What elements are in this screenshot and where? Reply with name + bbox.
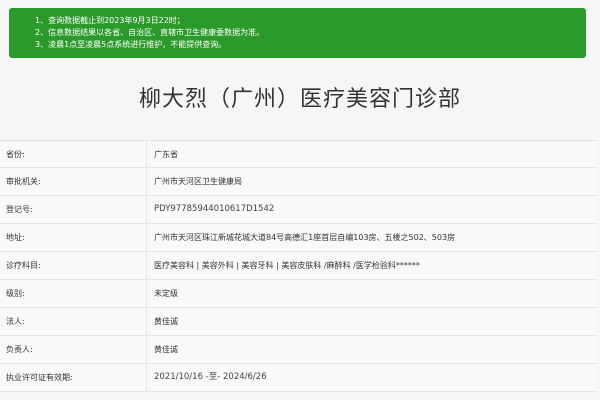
detail-value: PDY97785944010617D1542 (154, 204, 275, 214)
column-divider (146, 196, 147, 223)
column-divider (146, 141, 147, 168)
detail-value: 广州市天河区珠江新城花城大道84号高德汇1座首层自编103房、五楼之502、50… (154, 233, 456, 242)
detail-value: 黄佳诚 (154, 317, 178, 326)
detail-value: 2021/10/16 -至- 2024/6/26 (154, 372, 267, 382)
detail-label: 诊疗科目: (6, 261, 41, 270)
detail-row-license-validity: 执业许可证有效期: 2021/10/16 -至- 2024/6/26 (0, 364, 598, 392)
detail-row-person-in-charge: 负责人: 黄佳诚 (0, 336, 598, 364)
column-divider (146, 224, 147, 251)
column-divider (146, 252, 147, 279)
detail-value: 广东省 (154, 150, 178, 159)
detail-label: 省份: (6, 150, 25, 159)
detail-label: 审批机关: (6, 177, 41, 186)
column-divider (146, 336, 147, 363)
detail-row-province: 省份: 广东省 (0, 140, 598, 168)
column-divider (146, 168, 147, 195)
detail-label: 法人: (6, 317, 25, 326)
column-divider (146, 280, 147, 307)
detail-row-registration-number: 登记号: PDY97785944010617D1542 (0, 196, 598, 224)
detail-value: 广州市天河区卫生健康局 (154, 177, 242, 186)
detail-row-address: 地址: 广州市天河区珠江新城花城大道84号高德汇1座首层自编103房、五楼之50… (0, 224, 598, 252)
detail-label: 级别: (6, 289, 25, 298)
detail-row-legal-person: 法人: 黄佳诚 (0, 308, 598, 336)
detail-label: 地址: (6, 233, 25, 242)
detail-label: 登记号: (6, 205, 33, 214)
detail-row-approval-authority: 审批机关: 广州市天河区卫生健康局 (0, 168, 598, 196)
column-divider (146, 308, 147, 335)
page: 1、查询数据截止到2023年9月3日22时； 2、信息数据结果以各省、自治区、直… (0, 0, 600, 400)
notice-banner: 1、查询数据截止到2023年9月3日22时； 2、信息数据结果以各省、自治区、直… (9, 8, 586, 58)
column-divider (146, 364, 147, 391)
notice-line: 3、凌晨1点至凌晨5点系统进行维护，不能提供查询。 (35, 40, 227, 49)
detail-row-level: 级别: 未定级 (0, 280, 598, 308)
detail-row-departments: 诊疗科目: 医疗美容科 | 美容外科 | 美容牙科 | 美容皮肤科 /麻醉科 /… (0, 252, 598, 280)
page-title: 柳大烈（广州）医疗美容门诊部 (138, 87, 461, 112)
notice-line: 2、信息数据结果以各省、自治区、直辖市卫生健康委数据为准。 (35, 28, 265, 37)
detail-label: 负责人: (6, 345, 33, 354)
notice-line: 1、查询数据截止到2023年9月3日22时； (35, 16, 185, 25)
detail-label: 执业许可证有效期: (6, 373, 73, 382)
detail-value: 黄佳诚 (154, 345, 178, 354)
details-table: 省份: 广东省 审批机关: 广州市天河区卫生健康局 登记号: PDY977859… (0, 140, 598, 392)
detail-value: 医疗美容科 | 美容外科 | 美容牙科 | 美容皮肤科 /麻醉科 /医学检验科*… (154, 261, 420, 270)
detail-value: 未定级 (154, 289, 178, 298)
